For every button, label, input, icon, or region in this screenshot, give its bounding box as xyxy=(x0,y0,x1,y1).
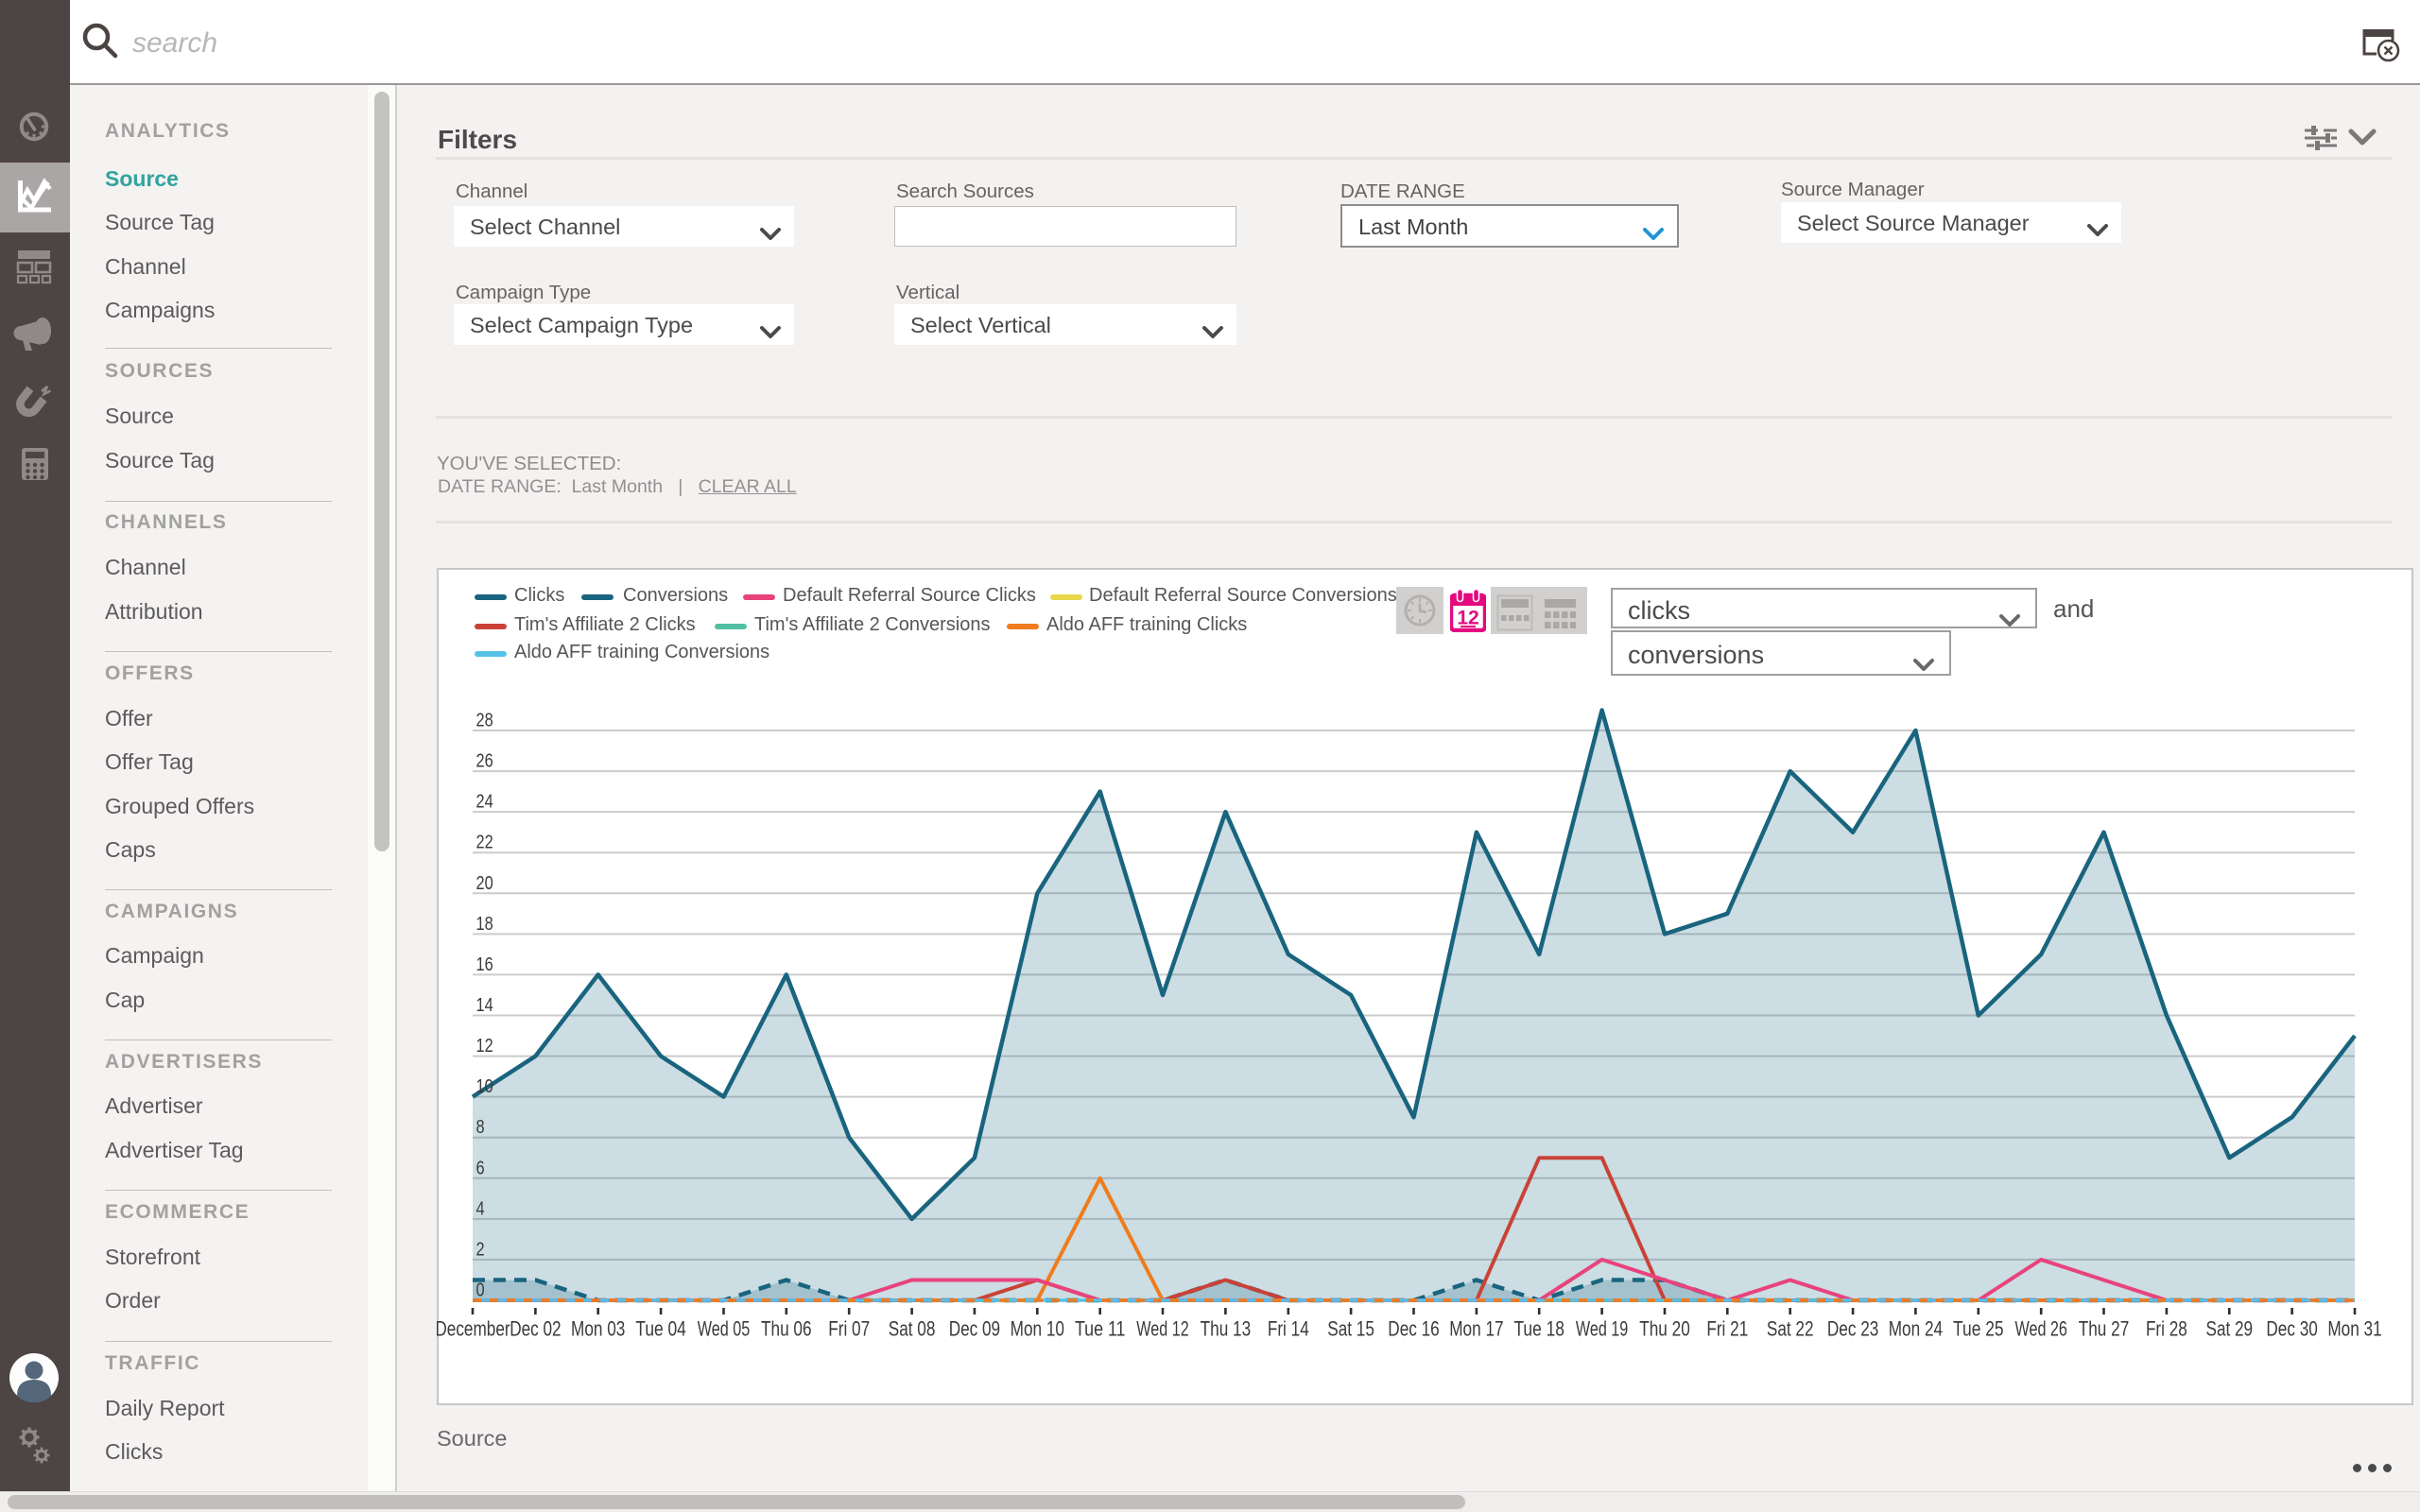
svg-text:Thu 27: Thu 27 xyxy=(2079,1317,2130,1341)
svg-text:16: 16 xyxy=(476,954,493,975)
svg-text:0: 0 xyxy=(476,1280,485,1301)
svg-text:Dec 09: Dec 09 xyxy=(949,1317,1000,1341)
svg-text:18: 18 xyxy=(476,913,493,935)
svg-text:Sat 15: Sat 15 xyxy=(1327,1317,1374,1341)
svg-text:Tue 04: Tue 04 xyxy=(635,1317,686,1341)
svg-text:8: 8 xyxy=(476,1116,485,1138)
svg-text:Wed 26: Wed 26 xyxy=(2015,1317,2067,1341)
svg-text:Mon 10: Mon 10 xyxy=(1011,1317,1064,1341)
svg-text:Fri 07: Fri 07 xyxy=(828,1317,870,1341)
svg-text:Mon 24: Mon 24 xyxy=(1889,1317,1943,1341)
svg-text:20: 20 xyxy=(476,872,493,894)
svg-text:Dec 02: Dec 02 xyxy=(510,1317,561,1341)
svg-text:Mon 31: Mon 31 xyxy=(2327,1317,2381,1341)
svg-text:Fri 28: Fri 28 xyxy=(2146,1317,2187,1341)
svg-text:Tue 18: Tue 18 xyxy=(1513,1317,1564,1341)
svg-text:2: 2 xyxy=(476,1238,485,1260)
svg-text:24: 24 xyxy=(476,791,493,813)
svg-text:Wed 19: Wed 19 xyxy=(1576,1317,1628,1341)
svg-text:Dec 16: Dec 16 xyxy=(1388,1317,1439,1341)
svg-text:22: 22 xyxy=(476,832,493,853)
svg-text:Fri 14: Fri 14 xyxy=(1268,1317,1309,1341)
svg-text:Thu 06: Thu 06 xyxy=(761,1317,812,1341)
svg-text:14: 14 xyxy=(476,994,493,1016)
svg-text:Dec 23: Dec 23 xyxy=(1827,1317,1878,1341)
svg-text:10: 10 xyxy=(476,1075,493,1097)
svg-text:Wed 12: Wed 12 xyxy=(1136,1317,1188,1341)
svg-text:6: 6 xyxy=(476,1157,485,1178)
svg-text:Tue 25: Tue 25 xyxy=(1953,1317,2004,1341)
svg-text:Wed 05: Wed 05 xyxy=(698,1317,750,1341)
svg-text:26: 26 xyxy=(476,750,493,772)
svg-text:Mon 03: Mon 03 xyxy=(571,1317,625,1341)
svg-text:12: 12 xyxy=(476,1035,493,1057)
svg-text:Thu 13: Thu 13 xyxy=(1201,1317,1252,1341)
svg-text:Thu 20: Thu 20 xyxy=(1639,1317,1690,1341)
svg-text:Mon 17: Mon 17 xyxy=(1449,1317,1503,1341)
svg-text:28: 28 xyxy=(476,710,493,731)
svg-text:Tue 11: Tue 11 xyxy=(1075,1317,1126,1341)
svg-text:Fri 21: Fri 21 xyxy=(1706,1317,1748,1341)
svg-text:Sat 29: Sat 29 xyxy=(2206,1317,2254,1341)
svg-text:Sat 22: Sat 22 xyxy=(1767,1317,1814,1341)
svg-text:Sat 08: Sat 08 xyxy=(889,1317,936,1341)
svg-text:Dec 30: Dec 30 xyxy=(2266,1317,2317,1341)
svg-text:December: December xyxy=(437,1317,510,1341)
svg-text:4: 4 xyxy=(476,1197,485,1219)
